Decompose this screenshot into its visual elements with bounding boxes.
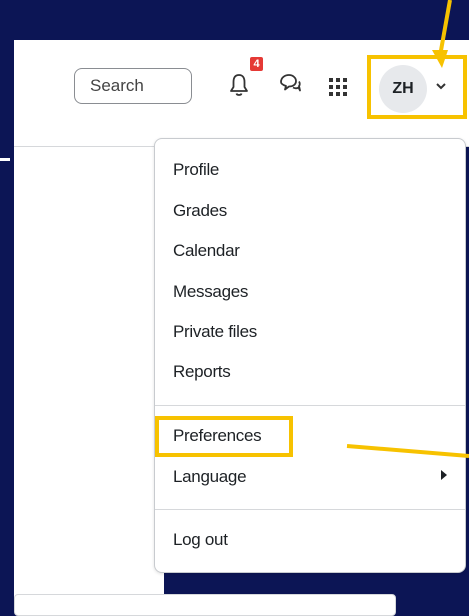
page-content-area [14, 147, 164, 601]
menu-divider [155, 509, 465, 510]
menu-item-calendar[interactable]: Calendar [173, 241, 240, 261]
user-dropdown-menu: Profile Grades Calendar Messages Private… [154, 138, 466, 573]
content-card [14, 594, 396, 616]
search-button[interactable]: Search [74, 68, 192, 104]
notifications-button[interactable] [226, 70, 252, 100]
menu-item-messages[interactable]: Messages [173, 282, 248, 302]
notification-count-badge: 4 [250, 57, 263, 71]
menu-item-profile[interactable]: Profile [173, 160, 219, 180]
menu-divider [155, 405, 465, 406]
messages-button[interactable] [276, 70, 304, 98]
apps-menu-button[interactable] [326, 75, 350, 99]
chat-bubbles-icon [280, 74, 301, 92]
menu-item-grades[interactable]: Grades [173, 201, 227, 221]
search-label: Search [90, 76, 144, 95]
menu-item-language[interactable]: Language [173, 467, 247, 487]
user-menu-highlight [367, 55, 467, 119]
menu-item-private-files[interactable]: Private files [173, 322, 257, 342]
app-grid-icon [329, 78, 347, 96]
caret-right-icon [441, 470, 447, 480]
menu-item-reports[interactable]: Reports [173, 362, 231, 382]
screenshot-frame: Search 4 ZH Profile Grades Calendar Mess… [0, 0, 469, 616]
menu-item-log-out[interactable]: Log out [173, 530, 228, 550]
preferences-highlight [155, 416, 293, 457]
background-dash [0, 158, 10, 161]
bell-icon [230, 74, 248, 96]
